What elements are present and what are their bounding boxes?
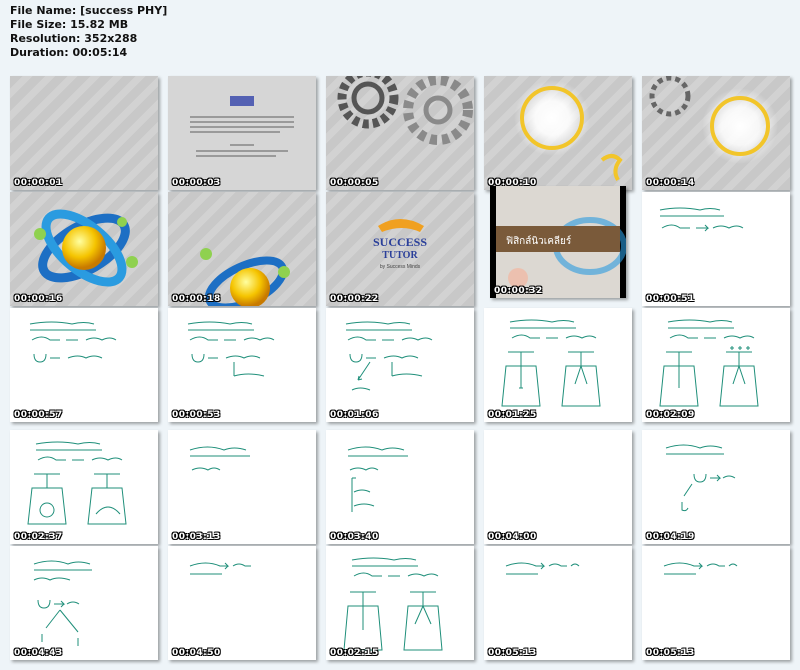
thumbnail-timestamp: 00:01:25 [488, 410, 537, 420]
thumbnail[interactable]: 00:00:51 [642, 192, 790, 306]
thumbnail[interactable]: 00:02:15 [326, 546, 474, 660]
whiteboard-handwriting [663, 562, 738, 575]
thumbnail-timestamp: 00:05:13 [646, 648, 695, 658]
whiteboard-handwriting [345, 321, 433, 391]
thumbnail-timestamp: 00:04:43 [14, 648, 63, 658]
thumbnail-timestamp: 00:02:37 [14, 532, 63, 542]
light-burst-graphic [649, 76, 778, 164]
resolution-text: Resolution: 352x288 [10, 32, 138, 45]
file-info-header: File Name: [success PHY] File Size: 15.8… [10, 4, 167, 60]
thumbnail-timestamp: 00:00:53 [172, 410, 221, 420]
thumbnail[interactable]: 00:05:13 [642, 546, 790, 660]
thumbnail[interactable]: 00:02:37 [10, 430, 158, 544]
thumbnail[interactable]: 00:00:53 [168, 308, 316, 422]
light-burst-graphic [514, 80, 623, 182]
thumbnail[interactable]: 00:00:14 [642, 76, 790, 190]
thumbnail[interactable]: 00:00:01 [10, 76, 158, 190]
whiteboard-electroscope [27, 441, 127, 525]
file-name-text: File Name: [success PHY] [10, 4, 168, 17]
thumbnail[interactable]: 00:02:09 [642, 308, 790, 422]
duration-text: Duration: 00:05:14 [10, 46, 128, 59]
whiteboard-electroscope [659, 319, 759, 407]
thumbnail[interactable]: 00:03:40 [326, 430, 474, 544]
thumbnail-timestamp: 00:00:05 [330, 178, 379, 188]
success-tutor-logo: SUCCESS TUTOR by Success Minds [373, 219, 427, 270]
thumbnail-timestamp: 00:03:13 [172, 532, 221, 542]
thumbnail[interactable]: 00:00:18 [168, 192, 316, 306]
thumbnail[interactable]: 00:00:57 [10, 308, 158, 422]
thumbnail-timestamp: 00:00:32 [494, 286, 543, 296]
thumbnail-timestamp: 00:01:06 [330, 410, 379, 420]
title-card-graphic: ฟิสิกส์นิวเคลียร์ [496, 186, 626, 298]
atom-logo-graphic [200, 248, 290, 306]
whiteboard-electroscope [501, 319, 601, 407]
thumbnail-timestamp: 00:04:00 [488, 532, 537, 542]
whiteboard-handwriting [189, 562, 251, 575]
thumbnail[interactable]: 00:05:13 [484, 546, 632, 660]
logo-byline-text: by Success Minds [380, 264, 421, 270]
thumbnail[interactable]: 00:03:13 [168, 430, 316, 544]
thumbnail-timestamp: 00:03:40 [330, 532, 379, 542]
thumbnail-timestamp: 00:00:01 [14, 178, 63, 188]
thumbnail-timestamp: 00:02:09 [646, 410, 695, 420]
whiteboard-handwriting [29, 321, 117, 363]
thumbnail[interactable]: 00:04:00 [484, 430, 632, 544]
whiteboard-handwriting [189, 446, 250, 471]
thumbnail-timestamp: 00:00:51 [646, 294, 695, 304]
whiteboard-handwriting [187, 321, 275, 377]
thumbnail-timestamp: 00:00:57 [14, 410, 63, 420]
atom-logo-graphic [34, 209, 138, 287]
thumbnail-timestamp: 00:00:14 [646, 178, 695, 188]
whiteboard-handwriting [505, 562, 580, 575]
thumbnail[interactable]: 00:01:25 [484, 308, 632, 422]
whiteboard-handwriting [33, 560, 92, 646]
whiteboard-handwriting [347, 446, 408, 512]
thumbnail[interactable]: 00:04:19 [642, 430, 790, 544]
thumbnail-timestamp: 00:02:15 [330, 648, 379, 658]
whiteboard-electroscope [343, 557, 443, 651]
file-size-text: File Size: 15.82 MB [10, 18, 129, 31]
thumbnail-timestamp: 00:04:50 [172, 648, 221, 658]
whiteboard-handwriting [659, 207, 744, 232]
thumbnail[interactable]: 00:04:50 [168, 546, 316, 660]
thumbnail[interactable]: 00:00:10 [484, 76, 632, 190]
thumbnail[interactable]: 00:00:05 [326, 76, 474, 190]
thumbnail[interactable]: 00:00:16 [10, 192, 158, 306]
warning-screen-graphic [168, 76, 316, 190]
thumbnail-timestamp: 00:00:18 [172, 294, 221, 304]
logo-success-text: SUCCESS [373, 235, 427, 249]
thumbnail[interactable]: 00:04:43 [10, 546, 158, 660]
thumbnail-timestamp: 00:00:16 [14, 294, 63, 304]
thumbnail-timestamp: 00:00:03 [172, 178, 221, 188]
thumbnail-timestamp: 00:04:19 [646, 532, 695, 542]
thumbnail[interactable]: ฟิสิกส์นิวเคลียร์ 00:00:32 [490, 186, 626, 298]
thumbnail[interactable]: SUCCESS TUTOR by Success Minds 00:00:22 [326, 192, 474, 306]
thumbnail-timestamp: 00:05:13 [488, 648, 537, 658]
title-card-text: ฟิสิกส์นิวเคลียร์ [506, 235, 572, 247]
thumbnail[interactable]: 00:01:06 [326, 308, 474, 422]
gears-graphic [337, 76, 473, 145]
logo-tutor-text: TUTOR [382, 250, 418, 261]
thumbnail[interactable]: 00:00:03 [168, 76, 316, 190]
thumbnail-timestamp: 00:00:22 [330, 294, 379, 304]
whiteboard-handwriting [665, 444, 736, 512]
